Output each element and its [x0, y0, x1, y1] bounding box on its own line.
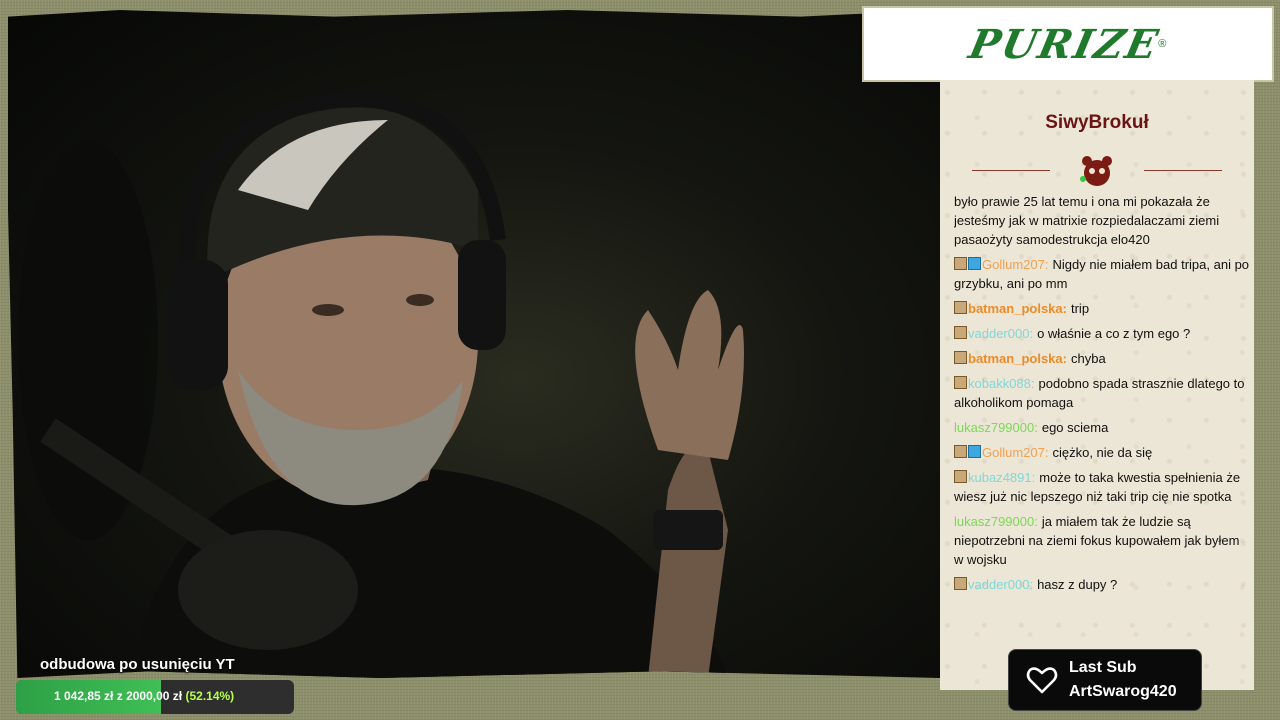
channel-emblem-icon [1080, 156, 1112, 186]
chat-title: SiwyBrokuł [1045, 112, 1149, 133]
goal-target: 2000,00 zł [126, 689, 183, 703]
subscriber-badge-icon [954, 376, 967, 389]
chat-message-text: chyba [1070, 351, 1106, 366]
chat-username[interactable]: Gollum207: [982, 445, 1048, 460]
sponsor-logo-text: PURIZE [964, 20, 1164, 68]
chat-message: Gollum207: ciężko, nie da się [954, 443, 1250, 462]
chat-message: kobakk088: podobno spada strasznie dlateg… [954, 374, 1250, 412]
divider-right [1144, 170, 1222, 171]
chat-username[interactable]: kubaz4891: [968, 470, 1035, 485]
chat-username[interactable]: kobakk088: [968, 376, 1035, 391]
chat-panel: SiwyBrokuł było prawie 25 lat temu i ona… [940, 80, 1254, 690]
last-sub-name: ArtSwarog420 [1069, 683, 1177, 700]
subscriber-badge-icon [954, 351, 967, 364]
goal-progress-bar: 1 042,85 zł z 2000,00 zł (52.14%) [16, 680, 294, 714]
chat-message-text: hasz z dupy ? [1037, 577, 1118, 592]
goal-percent: (52.14%) [185, 689, 235, 703]
chat-message: było prawie 25 lat temu i ona mi pokazał… [954, 192, 1250, 249]
sponsor-logo[interactable]: PURIZE ® [864, 8, 1272, 80]
gem-badge-icon [968, 445, 981, 458]
chat-message-text: trip [1070, 301, 1090, 316]
chat-username[interactable]: vadder000: [968, 577, 1033, 592]
chat-message: vadder000: hasz z dupy ? [954, 575, 1250, 594]
chat-username[interactable]: lukasz799000: [954, 420, 1038, 435]
goal-progress-text: 1 042,85 zł z 2000,00 zł (52.14%) [54, 689, 234, 703]
chat-message: Gollum207: Nigdy nie miałem bad tripa, an… [954, 255, 1250, 293]
streamer-video-frame [18, 91, 744, 678]
last-sub-widget: Last Sub ArtSwarog420 [1008, 649, 1202, 711]
chat-message-text: ciężko, nie da się [1052, 445, 1153, 460]
chat-message: batman_polska: chyba [954, 349, 1250, 368]
chat-username[interactable]: lukasz799000: [954, 514, 1038, 529]
chat-message: kubaz4891: może to taka kwestia spełnieni… [954, 468, 1250, 506]
heart-icon [1026, 667, 1058, 694]
subscriber-badge-icon [954, 445, 967, 458]
subscriber-badge-icon [954, 301, 967, 314]
chat-message: batman_polska: trip [954, 299, 1250, 318]
chat-message: lukasz799000: ja miałem tak że ludzie są … [954, 512, 1250, 569]
subscriber-badge-icon [954, 257, 967, 270]
chat-message-text: było prawie 25 lat temu i ona mi pokazał… [954, 194, 1220, 247]
subscriber-badge-icon [954, 577, 967, 590]
chat-message-text: o właśnie a co z tym ego ? [1037, 326, 1191, 341]
chat-username[interactable]: batman_polska: [968, 351, 1067, 366]
goal-current: 1 042,85 zł [54, 689, 114, 703]
goal-title: odbudowa po usunięciu YT [40, 656, 235, 673]
subscriber-badge-icon [954, 326, 967, 339]
chat-message: vadder000: o właśnie a co z tym ego ? [954, 324, 1250, 343]
last-sub-label: Last Sub [1069, 659, 1137, 676]
chat-username[interactable]: batman_polska: [968, 301, 1067, 316]
stream-video[interactable] [8, 10, 940, 678]
chat-username[interactable]: vadder000: [968, 326, 1033, 341]
chat-username[interactable]: Gollum207: [982, 257, 1048, 272]
divider-left [972, 170, 1050, 171]
gem-badge-icon [968, 257, 981, 270]
goal-separator: z [116, 689, 123, 703]
subscriber-badge-icon [954, 470, 967, 483]
chat-message: lukasz799000: ego sciema [954, 418, 1250, 437]
chat-messages[interactable]: było prawie 25 lat temu i ona mi pokazał… [954, 192, 1250, 632]
chat-message-text: ego sciema [1041, 420, 1109, 435]
